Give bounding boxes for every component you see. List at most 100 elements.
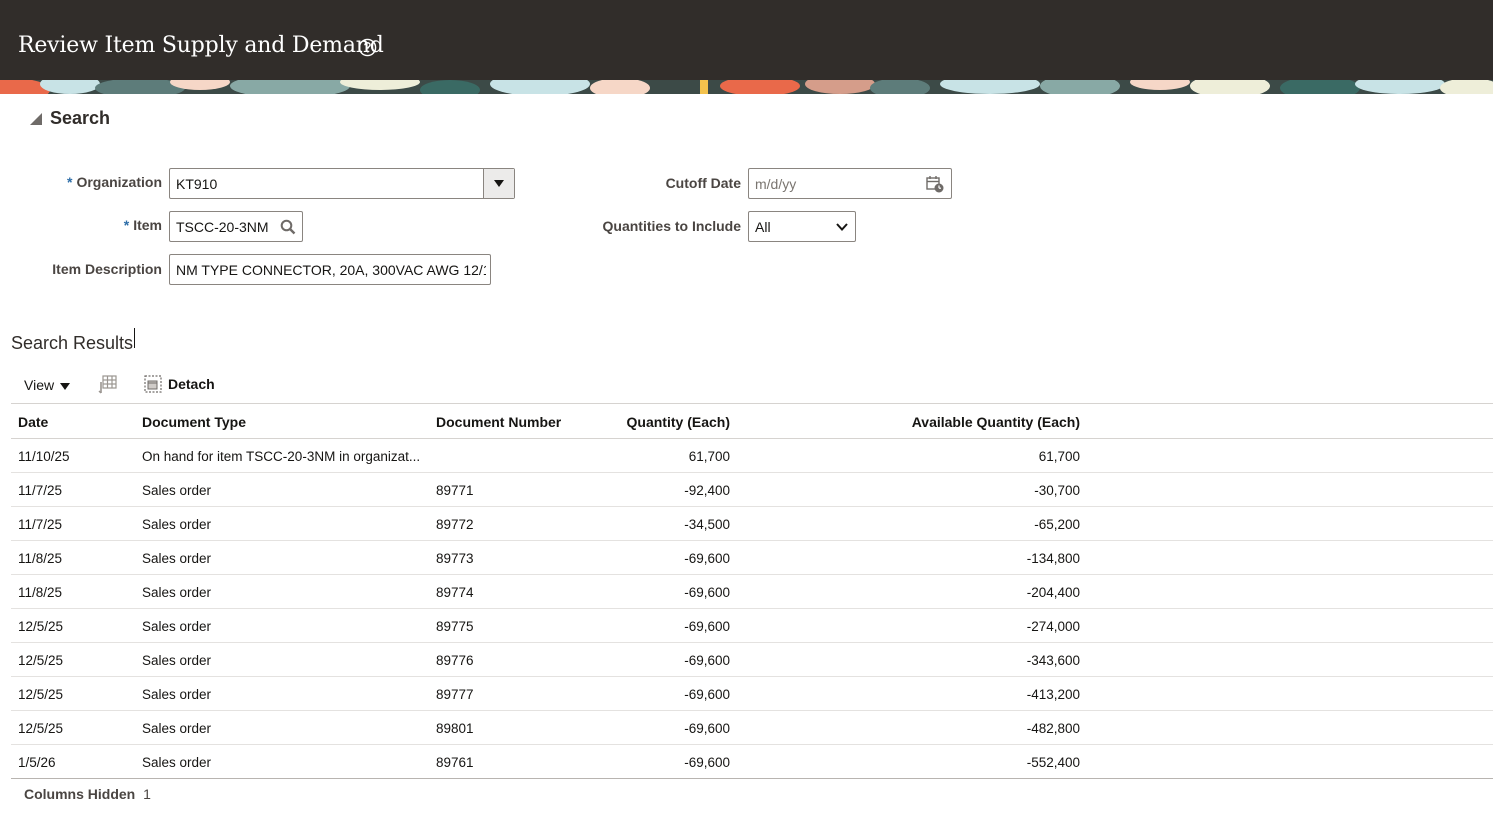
columns-hidden-count[interactable]: 1 — [143, 786, 151, 802]
cell-document-type: Sales order — [142, 755, 212, 770]
cell-document-type: Sales order — [142, 653, 212, 668]
quantities-value: All — [755, 219, 771, 235]
search-panel-title[interactable]: Search — [50, 108, 110, 129]
cell-document-type: Sales order — [142, 483, 212, 498]
cell-available-quantity: -482,800 — [1026, 721, 1080, 736]
cell-quantity: -69,600 — [684, 755, 730, 770]
cell-date: 12/5/25 — [18, 721, 64, 736]
cell-document-number: 89801 — [436, 721, 474, 736]
cell-quantity: -69,600 — [684, 653, 730, 668]
cell-document-number: 89777 — [436, 687, 474, 702]
cell-document-number: 89775 — [436, 619, 474, 634]
chevron-down-icon[interactable] — [835, 221, 849, 233]
cell-document-number: 89773 — [436, 551, 474, 566]
cutoff-date-placeholder: m/d/yy — [755, 176, 797, 192]
cell-date: 11/7/25 — [18, 517, 63, 532]
cell-quantity: -69,600 — [684, 687, 730, 702]
table-row[interactable]: 12/5/25 Sales order 89801 -69,600 -482,8… — [11, 711, 1493, 745]
page-title: Review Item Supply and Demand — [18, 33, 384, 58]
cell-date: 11/8/25 — [18, 551, 63, 566]
cell-document-number: 89776 — [436, 653, 474, 668]
cell-date: 1/5/26 — [18, 755, 56, 770]
cell-date: 12/5/25 — [18, 653, 64, 668]
table-row[interactable]: 11/8/25 Sales order 89774 -69,600 -204,4… — [11, 575, 1493, 609]
required-marker: * — [66, 174, 73, 190]
table-row[interactable]: 12/5/25 Sales order 89775 -69,600 -274,0… — [11, 609, 1493, 643]
cell-document-type: Sales order — [142, 551, 212, 566]
column-header-available-quantity[interactable]: Available Quantity (Each) — [912, 414, 1080, 430]
cell-date: 11/10/25 — [18, 449, 70, 464]
table-row[interactable]: 12/5/25 Sales order 89776 -69,600 -343,6… — [11, 643, 1493, 677]
table-header: Date Document Type Document Number Quant… — [11, 403, 1493, 439]
table-row[interactable]: 11/8/25 Sales order 89773 -69,600 -134,8… — [11, 541, 1493, 575]
item-value: TSCC-20-3NM — [176, 219, 269, 235]
cell-document-type: Sales order — [142, 721, 212, 736]
organization-label: * Organization — [66, 174, 162, 190]
cell-available-quantity: -413,200 — [1026, 687, 1080, 702]
text-cursor — [134, 328, 135, 348]
cell-document-type: Sales order — [142, 585, 212, 600]
cell-document-type: On hand for item TSCC-20-3NM in organiza… — [142, 449, 421, 464]
cell-available-quantity: -204,400 — [1026, 585, 1080, 600]
item-input[interactable]: TSCC-20-3NM — [169, 211, 303, 242]
table-row[interactable]: 1/5/26 Sales order 89761 -69,600 -552,40… — [11, 745, 1493, 779]
view-menu-button[interactable]: View — [24, 377, 71, 393]
column-header-document-number[interactable]: Document Number — [436, 414, 561, 430]
item-description-label: Item Description — [52, 261, 162, 277]
search-results-title: Search Results — [11, 333, 134, 353]
cell-available-quantity: -65,200 — [1034, 517, 1080, 532]
required-marker: * — [123, 217, 130, 233]
cell-date: 11/7/25 — [18, 483, 63, 498]
cell-date: 12/5/25 — [18, 687, 64, 702]
cell-available-quantity: -343,600 — [1026, 653, 1080, 668]
cell-document-number: 89772 — [436, 517, 474, 532]
cell-available-quantity: -134,800 — [1026, 551, 1080, 566]
cell-quantity: -69,600 — [684, 585, 730, 600]
cell-document-type: Sales order — [142, 687, 212, 702]
item-label: * Item — [123, 217, 162, 233]
cell-quantity: -69,600 — [684, 551, 730, 566]
table-row[interactable]: 12/5/25 Sales order 89777 -69,600 -413,2… — [11, 677, 1493, 711]
organization-value: KT910 — [176, 176, 218, 192]
cell-date: 12/5/25 — [18, 619, 64, 634]
cutoff-date-input[interactable]: m/d/yy — [748, 168, 952, 199]
cell-document-type: Sales order — [142, 517, 212, 532]
chevron-down-icon[interactable] — [483, 169, 514, 198]
column-header-date[interactable]: Date — [18, 414, 48, 430]
page-header: Review Item Supply and Demand — [0, 0, 1493, 80]
table-row[interactable]: 11/10/25 On hand for item TSCC-20-3NM in… — [11, 439, 1493, 473]
item-description-field[interactable]: NM TYPE CONNECTOR, 20A, 300VAC AWG 12/14 — [169, 254, 491, 285]
collapse-triangle-icon[interactable] — [30, 113, 42, 125]
decorative-banner — [0, 80, 1493, 94]
freeze-columns-icon[interactable] — [98, 374, 118, 394]
cell-document-number: 89774 — [436, 585, 474, 600]
cell-document-number: 89771 — [436, 483, 474, 498]
cutoff-date-label: Cutoff Date — [665, 175, 741, 191]
cell-quantity: -34,500 — [684, 517, 730, 532]
caret-down-icon — [60, 382, 71, 390]
search-icon[interactable] — [280, 219, 296, 235]
cell-quantity: -92,400 — [684, 483, 730, 498]
quantities-select[interactable]: All — [748, 211, 856, 242]
table-row[interactable]: 11/7/25 Sales order 89771 -92,400 -30,70… — [11, 473, 1493, 507]
column-header-document-type[interactable]: Document Type — [142, 414, 246, 430]
columns-hidden-status: Columns Hidden 1 — [24, 786, 151, 802]
cell-available-quantity: 61,700 — [1038, 449, 1080, 464]
detach-button[interactable]: Detach — [168, 376, 215, 392]
cell-document-type: Sales order — [142, 619, 212, 634]
table-row[interactable]: 11/7/25 Sales order 89772 -34,500 -65,20… — [11, 507, 1493, 541]
cell-quantity: -69,600 — [684, 619, 730, 634]
cell-quantity: 61,700 — [688, 449, 730, 464]
cell-available-quantity: -552,400 — [1026, 755, 1080, 770]
cell-available-quantity: -30,700 — [1034, 483, 1080, 498]
cell-available-quantity: -274,000 — [1026, 619, 1080, 634]
organization-select[interactable]: KT910 — [169, 168, 515, 199]
calendar-icon[interactable] — [925, 174, 945, 194]
columns-hidden-label: Columns Hidden — [24, 786, 136, 802]
cell-quantity: -69,600 — [684, 721, 730, 736]
quantities-label: Quantities to Include — [602, 218, 741, 234]
detach-icon[interactable] — [144, 375, 162, 393]
cell-date: 11/8/25 — [18, 585, 63, 600]
help-icon[interactable] — [358, 38, 377, 57]
column-header-quantity[interactable]: Quantity (Each) — [627, 414, 730, 430]
